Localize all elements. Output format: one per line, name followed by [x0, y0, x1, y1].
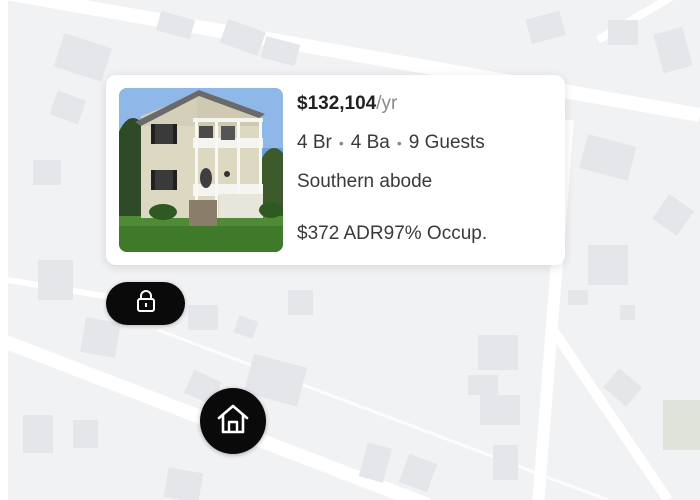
building — [38, 260, 73, 300]
building — [478, 335, 518, 370]
guest-count: 9 Guests — [408, 132, 485, 153]
lock-icon — [135, 289, 157, 318]
listing-stats: $372 ADR 97% Occup. — [297, 223, 487, 245]
building — [358, 442, 392, 483]
lock-marker-button[interactable] — [106, 282, 185, 325]
home-icon — [216, 403, 250, 440]
building — [588, 245, 628, 285]
price-period: /yr — [376, 93, 398, 114]
price-amount: $132,104 — [297, 93, 377, 114]
annual-revenue: $132,104/yr — [297, 93, 397, 115]
building — [568, 290, 588, 305]
building — [288, 290, 313, 315]
building — [468, 375, 498, 395]
building — [493, 445, 518, 480]
building — [80, 317, 121, 358]
listing-card[interactable]: $132,104/yr 4 Br • 4 Ba • 9 Guests South… — [106, 75, 565, 265]
building — [652, 194, 694, 236]
listing-name: Southern abode — [297, 171, 433, 192]
building — [525, 10, 566, 44]
road — [548, 327, 673, 500]
bathroom-count: 4 Ba — [350, 132, 390, 153]
separator-dot: • — [338, 135, 344, 151]
building — [53, 33, 113, 82]
occupancy-value: 97% Occup. — [383, 223, 488, 244]
bedroom-count: 4 Br — [297, 132, 332, 153]
building — [219, 18, 266, 57]
separator-dot: • — [396, 135, 402, 151]
building — [620, 305, 635, 320]
building — [233, 315, 259, 339]
building — [155, 10, 195, 40]
building — [653, 26, 693, 74]
building — [163, 467, 204, 500]
building — [603, 368, 643, 407]
building — [73, 420, 98, 448]
home-marker-button[interactable] — [200, 388, 266, 454]
adr-value: $372 ADR — [297, 223, 384, 244]
building — [608, 20, 638, 45]
listing-specs: 4 Br • 4 Ba • 9 Guests — [297, 132, 485, 154]
building — [398, 453, 438, 493]
listing-photo[interactable] — [119, 88, 283, 252]
building — [23, 415, 53, 453]
building — [663, 400, 700, 450]
building — [33, 160, 61, 185]
building — [579, 134, 637, 181]
building — [188, 305, 218, 330]
building — [49, 90, 87, 125]
building — [480, 395, 520, 425]
